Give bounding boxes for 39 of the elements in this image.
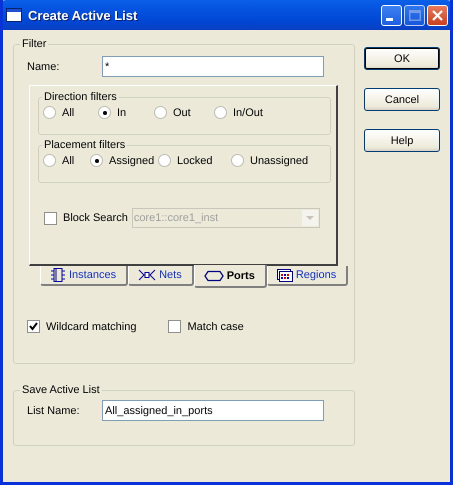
close-button[interactable] <box>427 4 448 26</box>
close-icon <box>432 10 443 20</box>
group-title: Direction filters <box>43 91 118 103</box>
tab[interactable]: Ports <box>194 265 267 288</box>
dialog-button[interactable]: Cancel <box>364 88 440 111</box>
radio-option[interactable]: All <box>43 106 98 119</box>
net-icon <box>138 269 156 281</box>
chip-icon <box>50 267 66 283</box>
tab[interactable]: Regions <box>266 266 348 286</box>
maximize-button[interactable] <box>404 4 425 26</box>
wildcard-checkbox[interactable]: Wildcard matching <box>27 320 136 333</box>
check-icon <box>29 322 38 331</box>
minimize-icon <box>386 18 393 20</box>
name-field[interactable]: * <box>102 56 324 77</box>
radio-option[interactable]: Locked <box>158 154 231 167</box>
tab[interactable]: Nets <box>128 266 194 286</box>
field-label: List Name: <box>27 404 81 416</box>
radio-option[interactable]: In <box>98 106 154 119</box>
match-case-checkbox[interactable]: Match case <box>168 320 244 333</box>
dialog-button[interactable]: Help <box>364 129 440 152</box>
grid-icon <box>276 268 293 282</box>
radio-option[interactable]: Assigned <box>90 154 158 167</box>
minimize-button[interactable] <box>381 4 402 26</box>
group-title: Placement filters <box>43 139 126 151</box>
group-title: Filter <box>21 38 48 50</box>
port-icon <box>204 270 224 282</box>
tab[interactable]: Instances <box>40 266 128 286</box>
window-title: Create Active List <box>28 8 138 22</box>
radio-option[interactable]: All <box>43 154 90 167</box>
block-search-checkbox[interactable]: Block Search <box>44 212 128 224</box>
dialog-button[interactable]: OK <box>364 47 440 70</box>
maximize-icon <box>408 10 420 20</box>
field-label: Name: <box>27 60 60 72</box>
group-title: Save Active List <box>21 384 101 396</box>
window-icon <box>6 8 22 22</box>
radio-option[interactable]: Unassigned <box>231 154 321 167</box>
radio-option[interactable]: In/Out <box>214 106 284 119</box>
list-name-field[interactable]: All_assigned_in_ports <box>102 400 324 421</box>
radio-option[interactable]: Out <box>154 106 214 119</box>
